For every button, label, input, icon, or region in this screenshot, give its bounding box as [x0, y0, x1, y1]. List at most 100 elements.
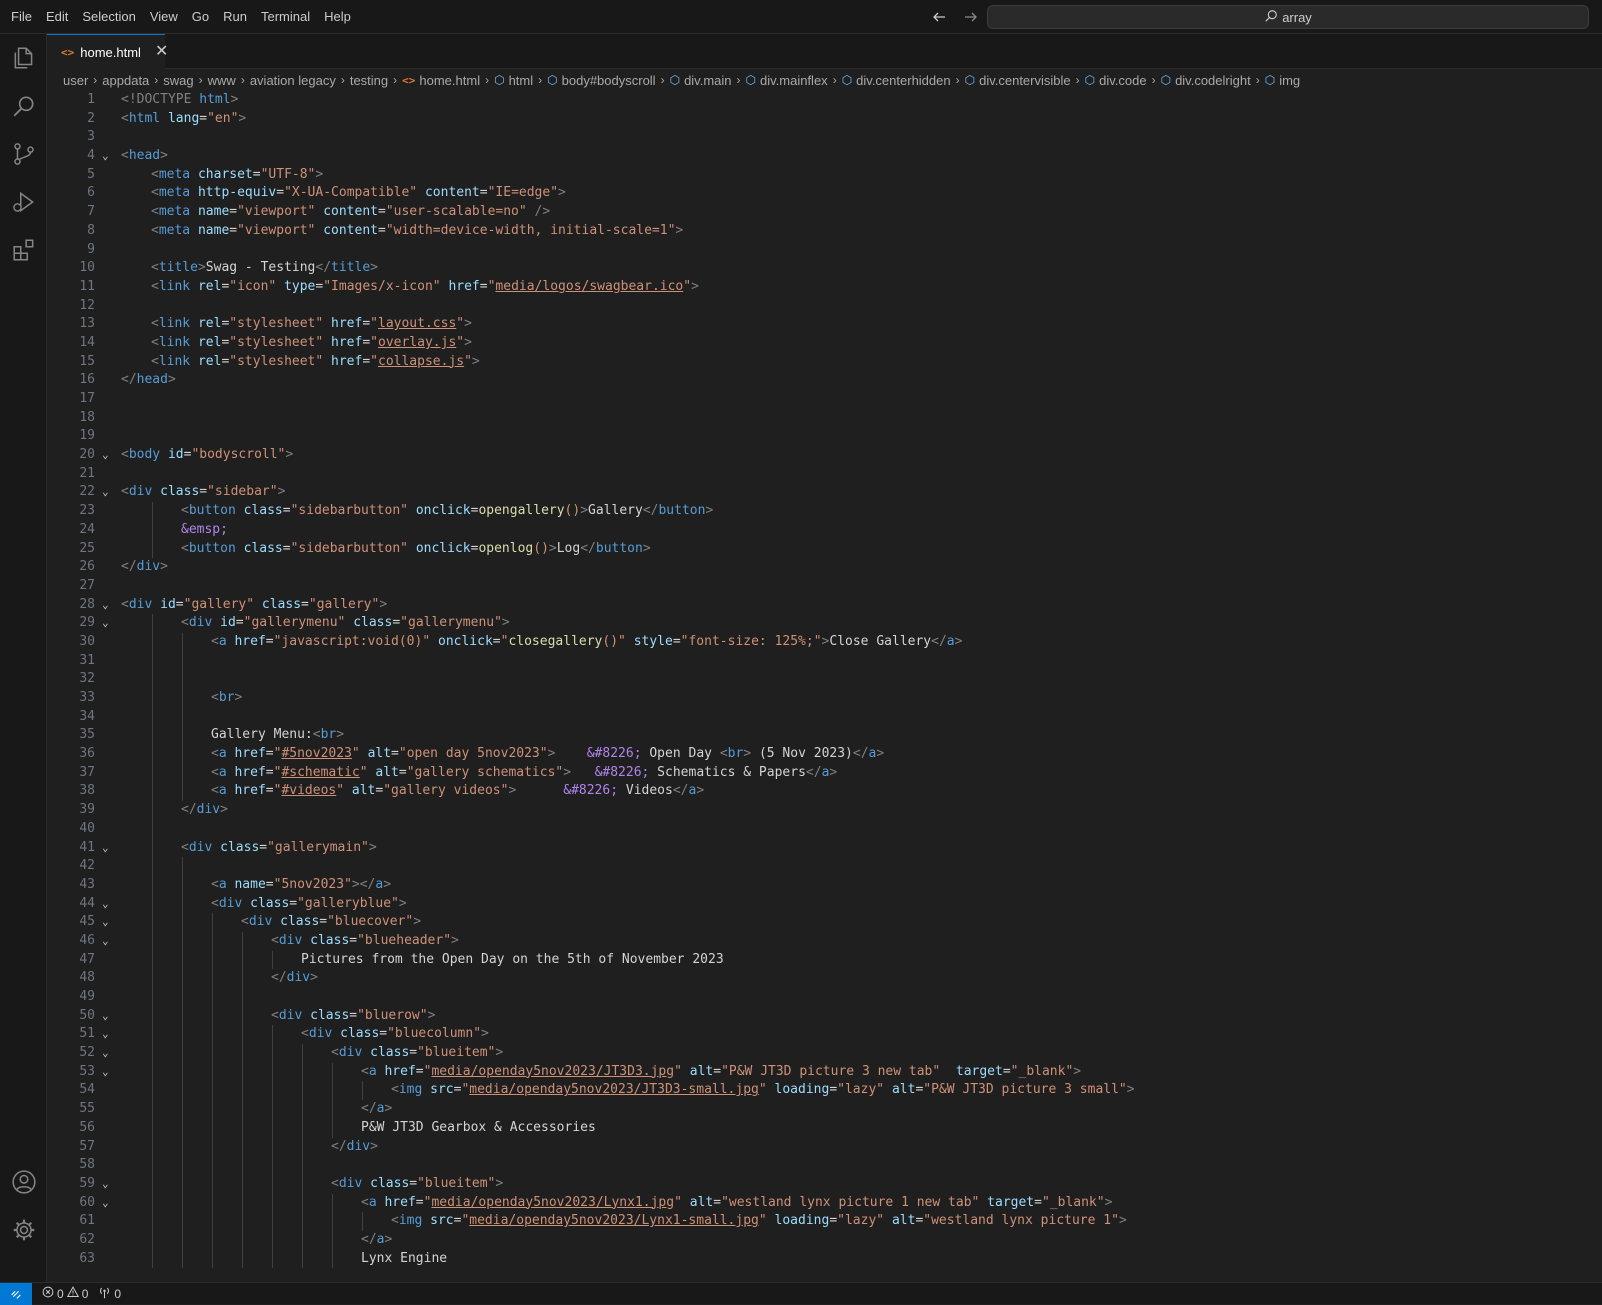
breadcrumb-item[interactable]: user — [63, 73, 88, 88]
code-token: "gallerymenu" — [243, 615, 354, 631]
breadcrumb-item[interactable]: ⬡ div.code — [1085, 73, 1147, 88]
code-line: 25 <button class="sidebarbutton" onclick=… — [47, 539, 1602, 559]
menu-file[interactable]: File — [4, 0, 39, 34]
code-token: div — [188, 615, 221, 631]
indent-guide — [152, 745, 153, 764]
code-line: 56 P&W JT3D Gearbox & Accessories — [47, 1118, 1602, 1138]
back-arrow-icon[interactable] — [930, 8, 948, 26]
accounts-icon[interactable] — [0, 1158, 47, 1206]
fold-chevron-icon[interactable]: ⌄ — [102, 1044, 116, 1063]
code-token: rel — [197, 353, 222, 369]
forward-arrow-icon[interactable] — [962, 8, 980, 26]
code-token: media/openday5nov2023/Lynx1.jpg — [431, 1194, 675, 1210]
breadcrumb-item[interactable]: ⬡ div.centerhidden — [842, 73, 951, 88]
indent-guide — [182, 988, 183, 1007]
code-token: div — [338, 1045, 371, 1061]
menu-view[interactable]: View — [143, 0, 185, 34]
code-token: div — [338, 1175, 371, 1191]
breadcrumb-item[interactable]: aviation legacy — [250, 73, 336, 88]
close-icon[interactable]: ✕ — [155, 44, 168, 60]
menu-help[interactable]: Help — [317, 0, 358, 34]
code-token: "font-size: 125%;" — [680, 633, 822, 649]
fold-chevron-icon[interactable]: ⌄ — [102, 1025, 116, 1044]
indent-guide — [152, 894, 153, 914]
indent-guide — [152, 969, 153, 988]
code-token: name — [197, 204, 230, 220]
indent-guide — [242, 1100, 243, 1119]
explorer-icon[interactable] — [0, 34, 47, 82]
breadcrumb-item[interactable]: testing — [350, 73, 388, 88]
breadcrumb-item[interactable]: ⬡ html — [494, 73, 533, 88]
ports-status[interactable]: 0 — [98, 1286, 121, 1302]
breadcrumb-item[interactable]: ⬡ div.codelright — [1161, 73, 1251, 88]
code-token: > — [1118, 1213, 1127, 1229]
code-token: < — [181, 503, 189, 519]
fold-chevron-icon[interactable]: ⌄ — [102, 1007, 116, 1026]
breadcrumb-item[interactable]: <> home.html — [402, 73, 480, 88]
fold-chevron-icon[interactable]: ⌄ — [102, 932, 116, 951]
code-token: meta — [158, 166, 198, 182]
breadcrumb-item[interactable]: appdata — [102, 73, 149, 88]
code-token: layout.css — [378, 316, 457, 332]
code-line: 9 — [47, 241, 1602, 260]
search-view-icon[interactable] — [0, 82, 47, 130]
code-editor[interactable]: 1 <!DOCTYPE html> 2 <html lang="en"> 3 4 ⌄ <hea… — [47, 91, 1602, 1282]
breadcrumb-separator-icon: › — [1255, 73, 1260, 87]
breadcrumb-item[interactable]: ⬡ div.mainflex — [746, 73, 828, 88]
code-token: id — [167, 447, 184, 463]
fold-chevron-icon[interactable]: ⌄ — [102, 913, 116, 932]
breadcrumb-item[interactable]: ⬡ div.centervisible — [965, 73, 1071, 88]
tab-home-html[interactable]: <> home.html ✕ — [47, 34, 168, 69]
remote-indicator-icon[interactable] — [0, 1282, 32, 1305]
code-text: <a href="javascript:void(0)" onclick="cl… — [211, 633, 962, 652]
breadcrumb-item[interactable]: ⬡ img — [1265, 73, 1300, 88]
indent-guide — [302, 1044, 303, 1063]
code-line: 4 ⌄ <head> — [47, 147, 1602, 166]
extensions-icon[interactable] — [0, 226, 47, 274]
run-and-debug-icon[interactable] — [0, 178, 47, 226]
indent-guide — [152, 689, 153, 708]
fold-chevron-icon[interactable]: ⌄ — [102, 1175, 116, 1194]
breadcrumb-item[interactable]: ⬡ div.main — [670, 73, 732, 88]
menu-run[interactable]: Run — [216, 0, 254, 34]
fold-chevron-icon[interactable]: ⌄ — [102, 1063, 116, 1082]
editor-tab-bar: <> home.html ✕ — [47, 34, 1602, 69]
fold-chevron-icon[interactable]: ⌄ — [102, 614, 116, 633]
indent-guide — [152, 950, 153, 970]
code-token: = — [479, 278, 488, 294]
code-token: < — [211, 764, 219, 780]
code-token: </ — [121, 559, 137, 575]
menu-selection[interactable]: Selection — [75, 0, 142, 34]
breadcrumb-item[interactable]: ⬡ body#bodyscroll — [547, 73, 655, 88]
fold-chevron-icon[interactable]: ⌄ — [102, 446, 116, 465]
indent-guide — [212, 1100, 213, 1119]
breadcrumb-label: user — [63, 72, 89, 88]
indent-guide — [182, 670, 183, 689]
code-text: <div class="gallerymain"> — [181, 839, 377, 858]
fold-chevron-icon[interactable]: ⌄ — [102, 1194, 116, 1213]
code-token: > — [1126, 1082, 1135, 1098]
fold-chevron-icon[interactable]: ⌄ — [102, 895, 116, 914]
breadcrumb-item[interactable]: www — [208, 73, 236, 88]
code-token: </ — [271, 970, 287, 986]
indent-guide — [182, 763, 183, 783]
menu-go[interactable]: Go — [185, 0, 216, 34]
problems-status[interactable]: 0 0 — [42, 1286, 88, 1301]
fold-chevron-icon[interactable]: ⌄ — [102, 147, 116, 166]
fold-chevron-icon[interactable]: ⌄ — [102, 596, 116, 615]
fold-chevron-icon[interactable]: ⌄ — [102, 839, 116, 858]
fold-chevron-icon[interactable]: ⌄ — [102, 483, 116, 502]
code-token: lang — [167, 110, 200, 126]
breadcrumb-item[interactable]: swag — [163, 73, 193, 88]
source-control-icon[interactable] — [0, 130, 47, 178]
code-line: 11 <link rel="icon" type="Images/x-icon" … — [47, 278, 1602, 297]
breadcrumb: user › appdata › swag › www › aviation legacy › te… — [63, 70, 1300, 90]
menu-edit[interactable]: Edit — [39, 0, 75, 34]
menu-terminal[interactable]: Terminal — [254, 0, 317, 34]
code-token: = — [199, 484, 208, 500]
code-text: Pictures from the Open Day on the 5th of… — [301, 951, 724, 970]
manage-gear-icon[interactable] — [0, 1206, 47, 1254]
breadcrumb-label: testing — [349, 72, 389, 88]
code-line: 32 — [47, 670, 1602, 689]
command-center-search[interactable]: array — [987, 5, 1589, 29]
